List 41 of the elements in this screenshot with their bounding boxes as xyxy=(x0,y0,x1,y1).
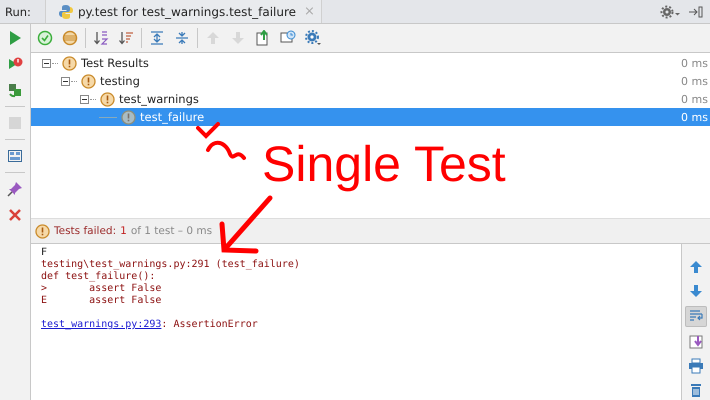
test-name: test_failure xyxy=(140,110,204,124)
passed-icon[interactable] xyxy=(35,28,55,48)
collapse-toggle[interactable] xyxy=(61,76,70,86)
tree-row[interactable]: Test Results 0 ms xyxy=(31,54,710,72)
soft-wrap-icon[interactable] xyxy=(685,306,707,327)
test-name: Test Results xyxy=(81,56,149,70)
tree-row[interactable]: test_warnings 0 ms xyxy=(31,90,710,108)
settings[interactable] xyxy=(303,28,323,48)
warning-icon xyxy=(121,110,136,124)
warning-icon xyxy=(62,56,77,70)
console-line: > assert False xyxy=(41,283,162,295)
collapse-toggle[interactable] xyxy=(42,58,51,68)
run-tab[interactable]: py.test for test_warnings.test_failure × xyxy=(44,0,322,23)
test-duration: 0 ms xyxy=(681,56,709,70)
test-name: testing xyxy=(100,74,140,88)
status-label: Tests failed: xyxy=(54,225,116,237)
console-line: F xyxy=(41,247,48,259)
file-link[interactable]: test_warnings.py:293 xyxy=(41,319,162,330)
test-duration: 0 ms xyxy=(681,74,709,88)
console-line: : AssertionError xyxy=(161,319,258,330)
collapse-toggle[interactable] xyxy=(80,94,89,104)
hide-panel-icon[interactable] xyxy=(688,4,704,18)
test-name: test_warnings xyxy=(119,92,199,106)
ignored-icon[interactable] xyxy=(60,28,80,48)
warning-icon xyxy=(35,224,50,238)
warning-icon xyxy=(81,74,96,88)
tree-row[interactable]: testing 0 ms xyxy=(31,72,710,90)
python-icon xyxy=(58,4,74,20)
warning-icon xyxy=(100,92,115,106)
console-line: def test_failure(): xyxy=(41,271,156,283)
annotation-text: Single Test xyxy=(262,135,506,194)
settings-icon[interactable] xyxy=(660,4,682,18)
console-line: E assert False xyxy=(41,295,162,307)
print-icon[interactable] xyxy=(686,356,706,376)
pin-icon[interactable] xyxy=(5,179,25,199)
failed-count: 1 xyxy=(120,225,127,237)
test-duration: 0 ms xyxy=(681,92,709,106)
run-label: Run: xyxy=(4,4,32,18)
console-line: testing\test_warnings.py:291 (test_failure) xyxy=(41,259,301,271)
test-summary: of 1 test – 0 ms xyxy=(130,225,212,237)
test-duration: 0 ms xyxy=(681,110,709,124)
